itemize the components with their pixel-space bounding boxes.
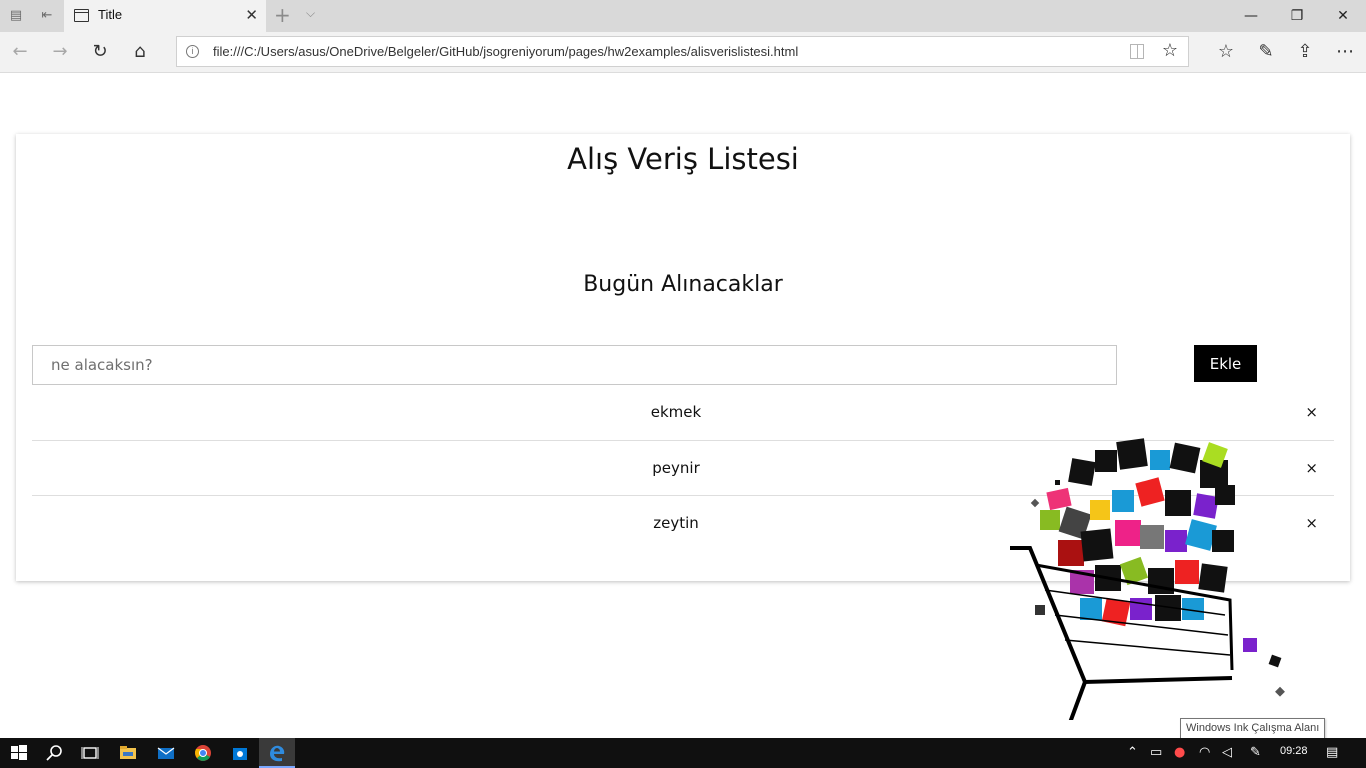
- share-icon[interactable]: ⇪: [1293, 40, 1317, 64]
- tab-actions-icon[interactable]: ▤: [9, 9, 23, 23]
- shopping-cart-illustration: [1010, 438, 1285, 720]
- mail-icon[interactable]: [156, 743, 176, 763]
- search-icon[interactable]: [45, 743, 65, 763]
- show-hidden-icons[interactable]: ⌃: [1127, 745, 1138, 761]
- clock[interactable]: 09:28: [1280, 745, 1308, 757]
- navigation-bar: ← → ↻ ⌂ i file:///C:/Users/asus/OneDrive…: [0, 32, 1366, 73]
- list-item-label[interactable]: ekmek: [32, 403, 1320, 421]
- refresh-button[interactable]: ↻: [88, 40, 112, 64]
- favorites-hub-icon[interactable]: ☆: [1214, 40, 1238, 64]
- minimize-button[interactable]: —: [1228, 0, 1274, 32]
- web-note-icon[interactable]: ✎: [1254, 40, 1278, 64]
- tab-title-tab[interactable]: Title ✕: [64, 0, 266, 32]
- store-icon[interactable]: [230, 743, 250, 763]
- cart-squares: [1030, 438, 1285, 697]
- page-title: Alış Veriş Listesi: [567, 142, 799, 176]
- volume-icon[interactable]: ◁: [1222, 745, 1232, 761]
- url-text[interactable]: file:///C:/Users/asus/OneDrive/Belgeler/…: [213, 44, 798, 59]
- section-subtitle: Bugün Alınacaklar: [583, 272, 783, 297]
- security-alert-icon[interactable]: ●: [1174, 745, 1185, 761]
- battery-icon[interactable]: ▭: [1150, 745, 1162, 761]
- forward-button[interactable]: →: [48, 40, 72, 64]
- remove-item-icon[interactable]: ×: [1305, 403, 1318, 421]
- chrome-icon[interactable]: [193, 743, 213, 763]
- action-center-icon[interactable]: ▤: [1326, 745, 1338, 761]
- add-button[interactable]: Ekle: [1194, 345, 1257, 382]
- tab-title: Title: [98, 7, 123, 22]
- taskbar: ⌃ ▭ ● ◠ ◁ ✎ 09:28 ▤: [0, 738, 1366, 768]
- wifi-icon[interactable]: ◠: [1199, 745, 1210, 761]
- file-explorer-icon[interactable]: [118, 743, 138, 763]
- remove-item-icon[interactable]: ×: [1305, 459, 1318, 477]
- restore-button[interactable]: ❐: [1274, 0, 1320, 32]
- item-input[interactable]: [32, 345, 1117, 385]
- address-bar[interactable]: i file:///C:/Users/asus/OneDrive/Belgele…: [176, 36, 1189, 67]
- more-menu-icon[interactable]: ⋯: [1333, 40, 1357, 64]
- page-icon: [74, 9, 89, 22]
- windows-start-icon[interactable]: [9, 743, 29, 763]
- reading-view-icon[interactable]: [1130, 44, 1144, 59]
- home-button[interactable]: ⌂: [128, 40, 152, 64]
- new-tab-button[interactable]: +: [274, 5, 291, 25]
- task-view-icon[interactable]: [80, 743, 100, 763]
- tab-close-icon[interactable]: ✕: [245, 6, 258, 24]
- favorite-star-icon[interactable]: ☆: [1162, 41, 1178, 61]
- windows-ink-icon[interactable]: ✎: [1250, 745, 1261, 761]
- remove-item-icon[interactable]: ×: [1305, 514, 1318, 532]
- tab-bar: ▤ ⇤ Title ✕ + ⌵ — ❐ ✕: [0, 0, 1366, 32]
- page-content: Alış Veriş Listesi Bugün Alınacaklar Ekl…: [0, 74, 1366, 739]
- back-button[interactable]: ←: [8, 40, 32, 64]
- close-window-button[interactable]: ✕: [1320, 0, 1366, 32]
- tab-preview-icon[interactable]: ⌵: [306, 6, 315, 21]
- site-info-icon[interactable]: i: [186, 45, 199, 58]
- set-aside-tabs-icon[interactable]: ⇤: [40, 9, 54, 23]
- edge-icon[interactable]: [267, 743, 287, 763]
- windows-ink-tooltip: Windows Ink Çalışma Alanı: [1180, 718, 1326, 739]
